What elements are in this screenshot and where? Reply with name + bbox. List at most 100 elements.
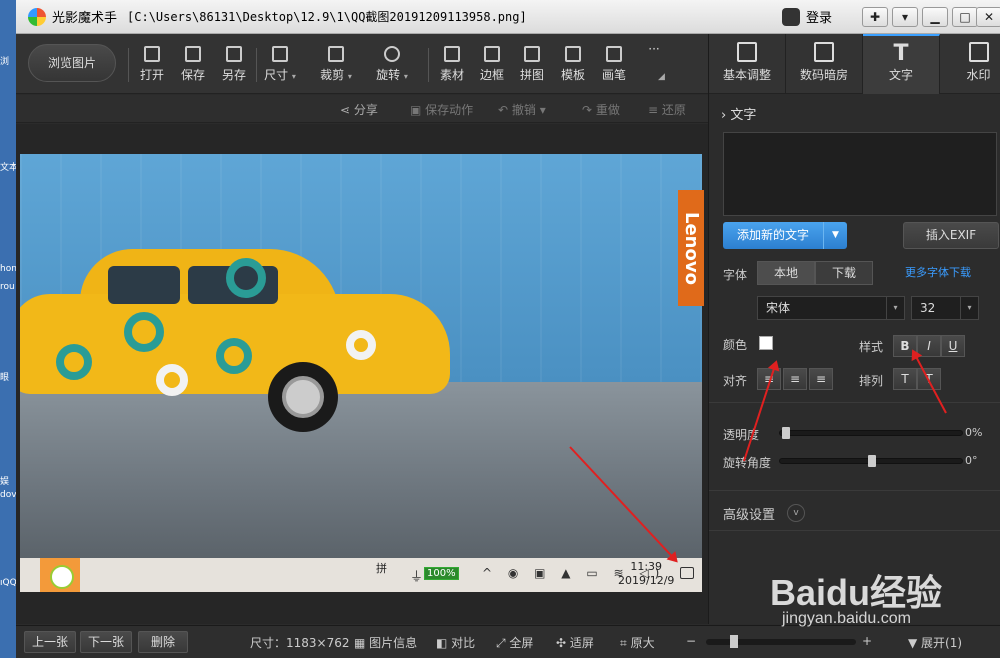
desktop-label: dov xyxy=(0,490,16,500)
expand-toolbar-icon[interactable]: ◢ xyxy=(658,72,665,82)
tab-watermark[interactable]: 水印 xyxy=(940,34,1000,94)
next-image-button[interactable]: 下一张 xyxy=(80,631,132,653)
maximize-button[interactable]: □ xyxy=(952,7,978,27)
taskbar-clock: 11:39 2019/12/9 xyxy=(618,560,674,588)
opacity-slider[interactable] xyxy=(779,427,963,439)
photo-preview[interactable] xyxy=(20,154,702,558)
menu-dropdown-icon[interactable]: ▾ xyxy=(892,7,918,27)
watermark-icon xyxy=(968,42,989,62)
car-wheel xyxy=(268,362,338,432)
image-info-button[interactable]: ▦ 图片信息 xyxy=(354,634,417,651)
font-local-tab[interactable]: 本地 xyxy=(757,261,815,285)
decor-ring xyxy=(226,258,266,298)
zoom-slider[interactable] xyxy=(706,635,856,648)
delete-button[interactable]: 删除 xyxy=(138,631,188,653)
add-text-button[interactable]: 添加新的文字 ▼ xyxy=(723,222,847,249)
more-button[interactable]: ··· xyxy=(634,42,674,56)
open-button[interactable]: 打开 xyxy=(132,46,172,83)
right-panel: 基本调整 数码暗房 T 文字 水印 › 文字 添加新的文字 ▼ 插入EXIF 字体 … xyxy=(708,34,1000,624)
font-size-select[interactable]: 32 ▾ xyxy=(911,296,979,320)
font-size: 32 xyxy=(920,301,936,315)
tab-basic-adjust[interactable]: 基本调整 xyxy=(709,34,786,94)
save-button[interactable]: 保存 xyxy=(173,46,213,83)
slider-knob[interactable] xyxy=(868,455,876,467)
desktop-strip: 浏 文本 hon rou 眼 娱 dov ıQQ xyxy=(0,0,16,658)
wheel-rim xyxy=(282,376,324,418)
tab-text[interactable]: T 文字 xyxy=(863,34,940,94)
car-window xyxy=(108,266,180,304)
file-path: [C:\Users\86131\Desktop\12.9\1\QQ截图20191… xyxy=(127,10,527,24)
login-button[interactable]: 登录 xyxy=(782,7,832,26)
restore-button[interactable]: ≡ 还原 xyxy=(648,101,686,118)
save-as-button[interactable]: 另存 xyxy=(214,46,254,83)
template-button[interactable]: 模板 xyxy=(553,46,593,83)
crop-icon xyxy=(328,46,344,62)
color-swatch[interactable] xyxy=(759,336,773,350)
desktop-label: hon xyxy=(0,264,16,274)
redo-button[interactable]: ↷ 重做 xyxy=(582,101,620,118)
brush-button[interactable]: 画笔 xyxy=(594,46,634,83)
skin-button[interactable]: ✚ xyxy=(862,7,888,27)
decor-ring xyxy=(156,364,188,396)
divider xyxy=(709,530,1000,531)
toolbar-divider xyxy=(256,48,257,82)
fullscreen-button[interactable]: ⤢ 全屏 xyxy=(496,634,533,651)
user-face-icon xyxy=(782,7,800,26)
more-fonts-link[interactable]: 更多字体下载 xyxy=(905,264,971,280)
text-input-area[interactable] xyxy=(723,132,997,216)
insert-exif-button[interactable]: 插入EXIF xyxy=(903,222,999,249)
save-as-label: 另存 xyxy=(221,68,246,82)
divider xyxy=(709,490,1000,491)
compare-button[interactable]: ◧ 对比 xyxy=(436,634,475,651)
fit-screen-button[interactable]: ✣ 适屏 xyxy=(556,634,594,651)
taskbar-app-icon xyxy=(40,558,80,592)
undo-button[interactable]: ↶ 撤销 ▾ xyxy=(498,101,546,118)
original-size-label: 原大 xyxy=(630,636,655,650)
chevron-down-icon[interactable]: ▼ xyxy=(823,222,847,249)
printer-icon xyxy=(565,46,581,62)
login-label: 登录 xyxy=(806,11,833,26)
slider-knob[interactable] xyxy=(782,427,790,439)
compare-label: 对比 xyxy=(451,636,476,650)
arrange-label: 排列 xyxy=(859,374,884,388)
close-button[interactable]: ✕ xyxy=(976,7,1000,27)
horizontal-text-button[interactable]: T xyxy=(893,368,917,390)
chevron-down-icon: ▾ xyxy=(886,297,904,319)
align-center-button[interactable]: ≡ xyxy=(783,368,807,390)
save-action-button[interactable]: ▣ 保存动作 xyxy=(410,101,473,118)
minimize-button[interactable]: ▁ xyxy=(922,7,948,27)
collage-button[interactable]: 拼图 xyxy=(512,46,552,83)
font-download-tab[interactable]: 下载 xyxy=(815,261,873,285)
browse-images-button[interactable]: 浏览图片 xyxy=(28,44,116,82)
desktop-label: 眼 xyxy=(0,373,10,383)
underline-button[interactable]: U xyxy=(941,335,965,357)
border-button[interactable]: 边框 xyxy=(472,46,512,83)
zoom-in-button[interactable]: + xyxy=(862,634,872,648)
zoom-out-button[interactable]: − xyxy=(686,634,696,648)
rotation-value: 0° xyxy=(965,454,978,467)
rotate-icon xyxy=(384,46,400,62)
restore-label: 还原 xyxy=(661,103,686,117)
advanced-settings-label[interactable]: 高级设置 xyxy=(723,504,775,523)
star-icon xyxy=(444,46,460,62)
previous-image-button[interactable]: 上一张 xyxy=(24,631,76,653)
share-button[interactable]: ⋖ 分享 xyxy=(340,101,378,118)
border-icon xyxy=(484,46,500,62)
desktop-label: 浏 xyxy=(0,57,10,67)
align-right-button[interactable]: ≡ xyxy=(809,368,833,390)
border-label: 边框 xyxy=(479,68,504,82)
chevron-down-icon[interactable]: v xyxy=(787,504,805,522)
rotation-slider[interactable] xyxy=(779,455,963,467)
rotate-button[interactable]: 旋转 ▾ xyxy=(372,46,412,83)
image-info-label: 图片信息 xyxy=(369,636,418,650)
size-button[interactable]: 尺寸 ▾ xyxy=(260,46,300,83)
crop-button[interactable]: 裁剪 ▾ xyxy=(316,46,356,83)
battery-indicator: 100% xyxy=(424,567,459,580)
tab-darkroom[interactable]: 数码暗房 xyxy=(786,34,863,94)
photo-taskbar: 拼 ⏚ 100% ^ ◉ ▣ ▲ ▭ ≋ ◁) 11:39 2019/12/9 xyxy=(20,558,702,592)
materials-button[interactable]: 素材 xyxy=(432,46,472,83)
expand-button[interactable]: ▼ 展开(1) xyxy=(908,634,962,651)
slider-knob[interactable] xyxy=(730,635,738,648)
font-family-select[interactable]: 宋体 ▾ xyxy=(757,296,905,320)
original-size-button[interactable]: ⌗ 原大 xyxy=(620,634,655,651)
